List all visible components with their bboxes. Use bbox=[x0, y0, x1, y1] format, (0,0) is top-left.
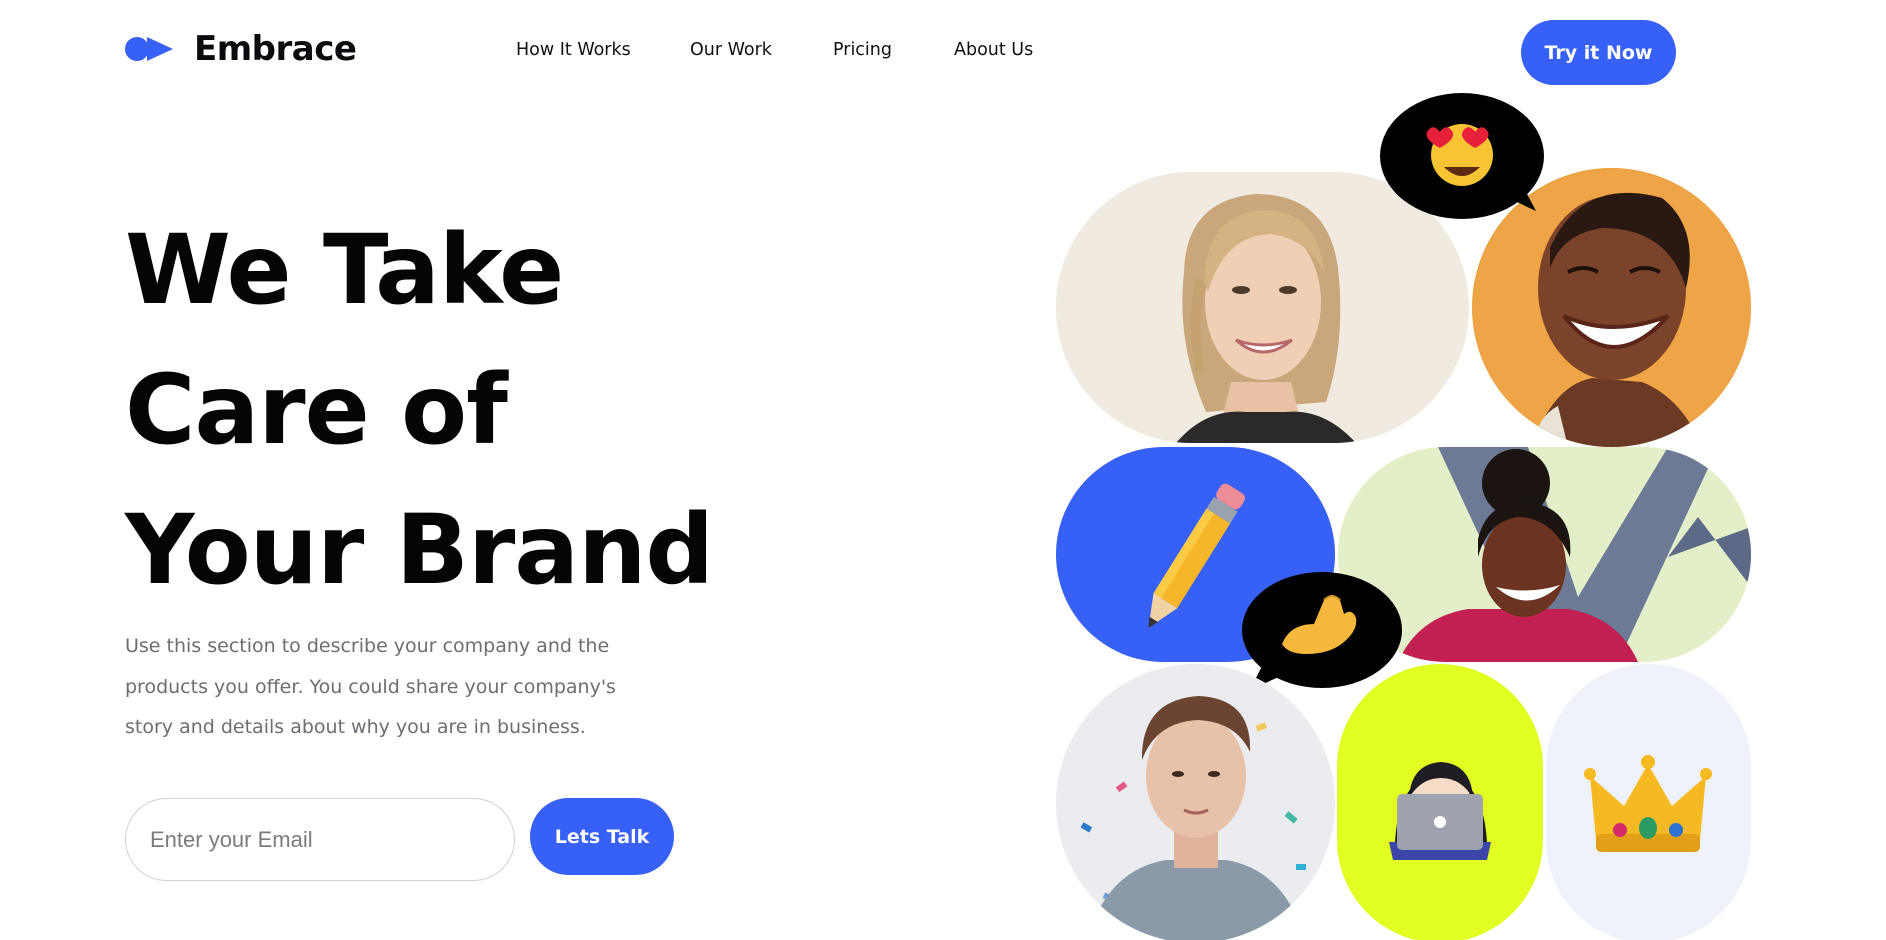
woman-technologist-emoji-icon bbox=[1389, 762, 1491, 860]
nav-how-it-works[interactable]: How It Works bbox=[516, 40, 631, 60]
crown-emoji-tile bbox=[1546, 664, 1751, 940]
hero-headline: We Take Care of Your Brand bbox=[125, 200, 714, 620]
brand-logo[interactable]: Embrace bbox=[125, 29, 357, 69]
young-man-confetti-photo bbox=[1056, 664, 1335, 940]
headline-line-1: We Take bbox=[125, 214, 564, 326]
logo-text: Embrace bbox=[194, 29, 357, 69]
nav-pricing[interactable]: Pricing bbox=[833, 40, 892, 60]
crown-emoji-icon bbox=[1584, 755, 1712, 852]
heart-eyes-bubble bbox=[1380, 93, 1546, 223]
pinched-fingers-bubble bbox=[1240, 570, 1402, 693]
logo-icon bbox=[125, 34, 175, 64]
lets-talk-button[interactable]: Lets Talk bbox=[530, 798, 674, 875]
nav-about-us[interactable]: About Us bbox=[954, 40, 1033, 60]
headline-line-2: Care of bbox=[125, 354, 508, 466]
try-it-now-button[interactable]: Try it Now bbox=[1521, 20, 1676, 85]
email-input[interactable] bbox=[125, 798, 515, 881]
hero-description: Use this section to describe your compan… bbox=[125, 635, 616, 738]
woman-technologist-emoji-tile bbox=[1337, 664, 1543, 940]
headline-line-3: Your Brand bbox=[125, 494, 714, 606]
nav-our-work[interactable]: Our Work bbox=[690, 40, 772, 60]
